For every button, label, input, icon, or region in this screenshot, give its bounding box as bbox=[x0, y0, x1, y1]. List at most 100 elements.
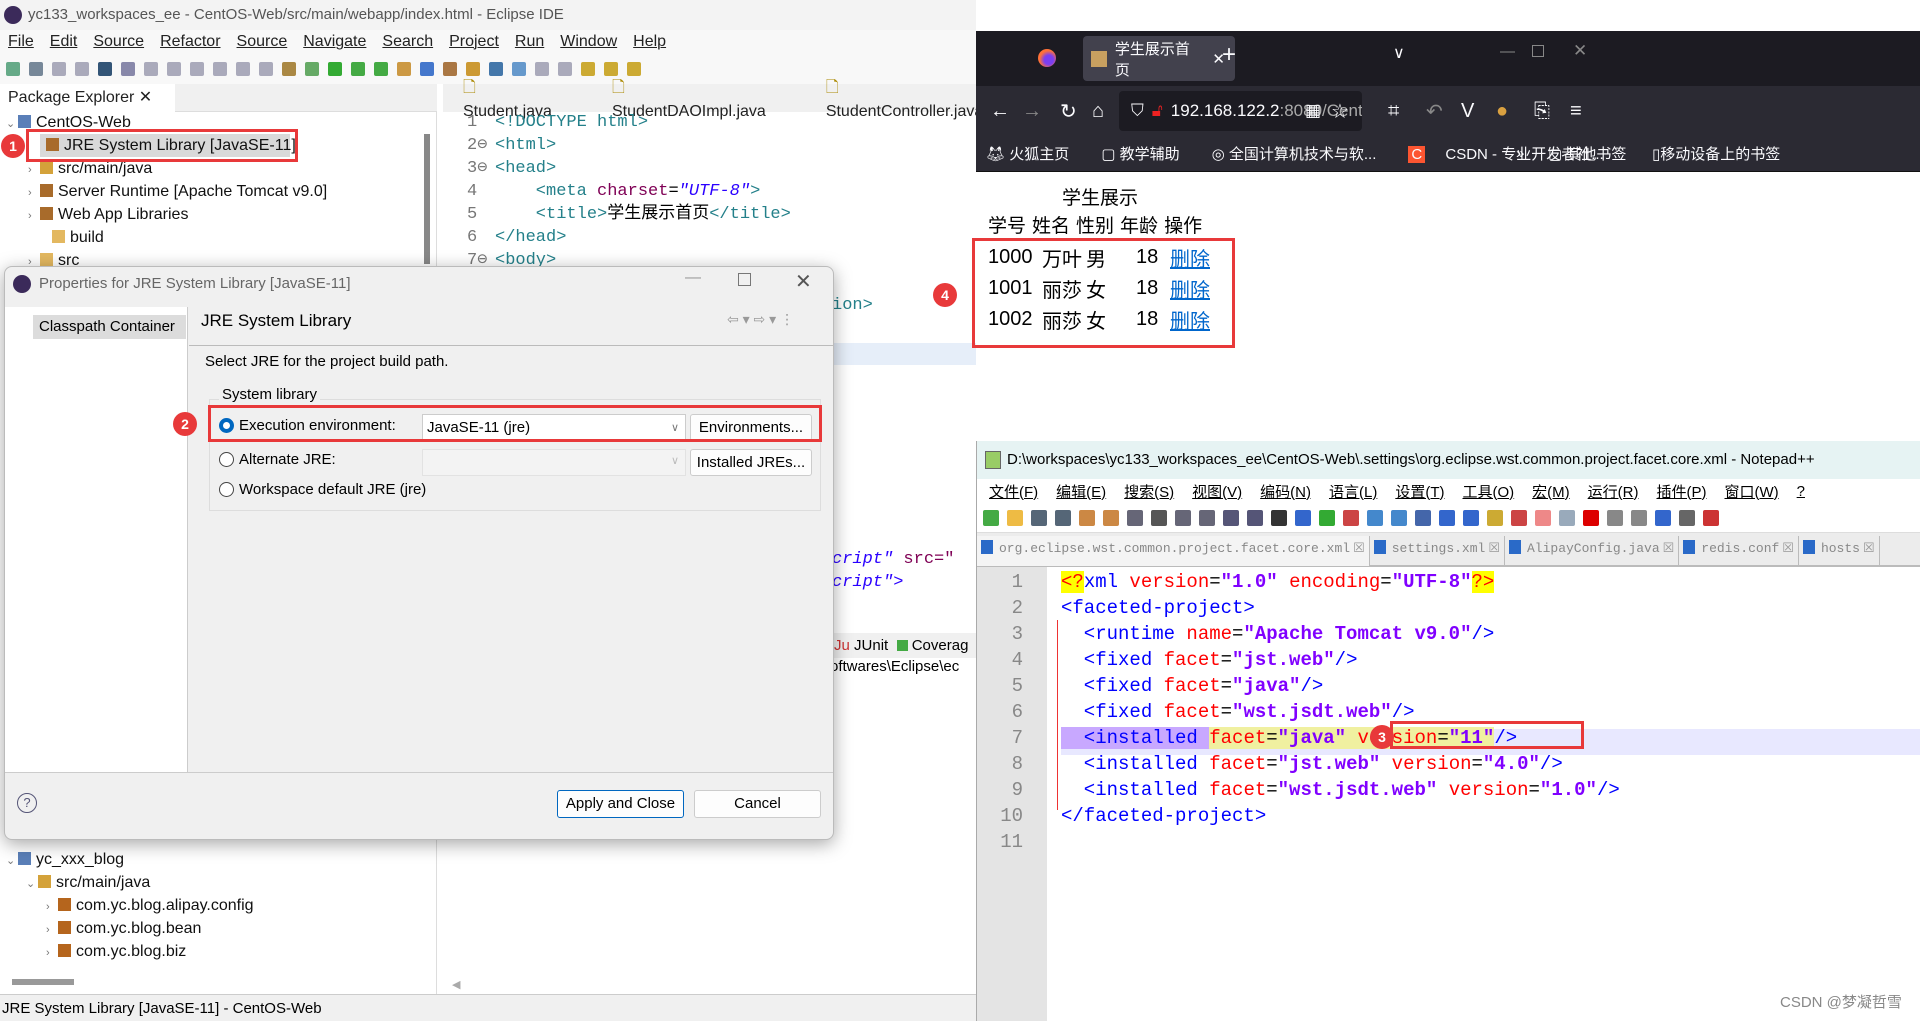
more-bookmarks-icon[interactable]: » bbox=[1516, 145, 1524, 162]
notepad-menu-item[interactable]: 视图(V) bbox=[1192, 481, 1242, 502]
apply-and-close-button[interactable]: Apply and Close bbox=[557, 790, 684, 818]
chevron-right-icon[interactable]: › bbox=[28, 182, 40, 205]
monkey-extension-icon[interactable]: ● bbox=[1496, 100, 1508, 123]
close-icon[interactable]: ✕ bbox=[139, 89, 152, 106]
file-tab[interactable]: redis.conf ☒ bbox=[1679, 536, 1799, 566]
toolbar-button-icon[interactable] bbox=[983, 509, 999, 526]
toolbar-button-icon[interactable] bbox=[1703, 509, 1719, 526]
toolbar-button-icon[interactable] bbox=[98, 62, 112, 76]
toolbar-button-icon[interactable] bbox=[1175, 509, 1191, 526]
menu-source[interactable]: Source bbox=[237, 33, 288, 51]
toolbar-button-icon[interactable] bbox=[1511, 509, 1527, 526]
close-window-icon[interactable]: ✕ bbox=[1573, 41, 1587, 61]
chevron-down-icon[interactable]: ⌄ bbox=[6, 850, 18, 873]
menu-edit[interactable]: Edit bbox=[50, 33, 78, 51]
tree-item[interactable]: › Web App Libraries bbox=[6, 203, 327, 226]
file-tab[interactable]: hosts ☒ bbox=[1799, 536, 1880, 566]
file-tab[interactable]: AlipayConfig.java ☒ bbox=[1505, 536, 1680, 566]
new-tab-icon[interactable]: + bbox=[1222, 41, 1236, 69]
radio-workspace-default[interactable]: Workspace default JRE (jre) bbox=[219, 481, 426, 498]
bookmark-folder[interactable]: ▢ 教学辅助 bbox=[1101, 143, 1195, 164]
tree-item[interactable]: › Server Runtime [Apache Tomcat v9.0] bbox=[6, 180, 327, 203]
toolbar-button-icon[interactable] bbox=[351, 62, 365, 76]
close-tab-icon[interactable]: ☒ bbox=[1663, 541, 1675, 556]
toolbar-button-icon[interactable] bbox=[1271, 509, 1287, 526]
toolbar-button-icon[interactable] bbox=[52, 62, 66, 76]
toolbar-button-icon[interactable] bbox=[1439, 509, 1455, 526]
toolbar-button-icon[interactable] bbox=[328, 62, 342, 76]
cancel-button[interactable]: Cancel bbox=[694, 790, 821, 818]
toolbar-button-icon[interactable] bbox=[535, 62, 549, 76]
chevron-down-icon[interactable]: ⌄ bbox=[26, 873, 38, 896]
toolbar-button-icon[interactable] bbox=[1295, 509, 1311, 526]
back-icon[interactable]: ⇦ ▾ bbox=[727, 311, 750, 327]
toolbar-button-icon[interactable] bbox=[29, 62, 43, 76]
toolbar-button-icon[interactable] bbox=[374, 62, 388, 76]
notepad-menu-item[interactable]: 编码(N) bbox=[1260, 481, 1311, 502]
xml-code[interactable]: 1 <?xml version="1.0" encoding="UTF-8"?> 2… bbox=[977, 567, 1620, 855]
toolbar-button-icon[interactable] bbox=[443, 62, 457, 76]
menu-window[interactable]: Window bbox=[560, 33, 617, 51]
notepad-menu-item[interactable]: 工具(O) bbox=[1462, 481, 1514, 502]
horizontal-scrollbar[interactable] bbox=[12, 979, 74, 985]
toolbar-button-icon[interactable] bbox=[305, 62, 319, 76]
extensions-icon[interactable]: ⎘ bbox=[1534, 100, 1550, 123]
back-icon[interactable]: ← bbox=[990, 100, 1010, 123]
tree-item[interactable]: › com.yc.blog.alipay.config bbox=[6, 894, 254, 917]
toolbar-button-icon[interactable] bbox=[259, 62, 273, 76]
notepad-menu-item[interactable]: ? bbox=[1797, 483, 1805, 500]
toolbar-button-icon[interactable] bbox=[1679, 509, 1695, 526]
close-tab-icon[interactable]: ☒ bbox=[1863, 541, 1875, 556]
toolbar-button-icon[interactable] bbox=[1103, 509, 1119, 526]
toolbar-button-icon[interactable] bbox=[1223, 509, 1239, 526]
toolbar-button-icon[interactable] bbox=[1559, 509, 1575, 526]
help-icon[interactable]: ? bbox=[17, 793, 37, 813]
notepad-menu-item[interactable]: 设置(T) bbox=[1395, 481, 1444, 502]
toolbar-button-icon[interactable] bbox=[581, 62, 595, 76]
chevron-right-icon[interactable]: › bbox=[28, 205, 40, 228]
home-icon[interactable]: ⌂ bbox=[1092, 100, 1104, 123]
maximize-icon[interactable] bbox=[738, 273, 751, 286]
chevron-right-icon[interactable]: › bbox=[46, 942, 58, 965]
tree-item[interactable]: › com.yc.blog.biz bbox=[6, 940, 254, 963]
menu-file[interactable]: File bbox=[8, 33, 34, 51]
toolbar-button-icon[interactable] bbox=[489, 62, 503, 76]
forward-icon[interactable]: → bbox=[1022, 100, 1042, 123]
toolbar-button-icon[interactable] bbox=[558, 62, 572, 76]
toolbar-button-icon[interactable] bbox=[190, 62, 204, 76]
other-bookmarks[interactable]: ▢ 其他书签 bbox=[1548, 143, 1642, 164]
chevron-down-icon[interactable]: ⌄ bbox=[6, 113, 18, 136]
tree-item[interactable]: build bbox=[6, 226, 327, 249]
toolbar-button-icon[interactable] bbox=[1055, 509, 1071, 526]
radio-alternate-jre[interactable]: Alternate JRE: bbox=[219, 451, 336, 468]
undo-icon[interactable]: ↶ bbox=[1426, 99, 1443, 124]
notepad-menu-item[interactable]: 文件(F) bbox=[989, 481, 1038, 502]
notepad-menu-item[interactable]: 窗口(W) bbox=[1724, 481, 1778, 502]
close-icon[interactable]: ✕ bbox=[795, 269, 812, 294]
scroll-left-icon[interactable]: ◀ bbox=[452, 978, 460, 991]
toolbar-button-icon[interactable] bbox=[420, 62, 434, 76]
notepad-menu-item[interactable]: 语言(L) bbox=[1329, 481, 1377, 502]
toolbar-button-icon[interactable] bbox=[1535, 509, 1551, 526]
url-bar[interactable]: ⛉🔓︎192.168.122.2:8080/CentOS-Web/ir bbox=[1119, 91, 1362, 131]
file-tab[interactable]: org.eclipse.wst.common.project.facet.cor… bbox=[977, 536, 1370, 566]
notepad-menu-item[interactable]: 搜索(S) bbox=[1124, 481, 1174, 502]
installed-jres-button[interactable]: Installed JREs... bbox=[690, 449, 812, 476]
forward-icon[interactable]: ⇨ ▾ bbox=[754, 311, 777, 327]
toolbar-button-icon[interactable] bbox=[1583, 509, 1599, 526]
menu-refactor[interactable]: Refactor bbox=[160, 33, 220, 51]
toolbar-button-icon[interactable] bbox=[512, 62, 526, 76]
radio-button[interactable] bbox=[219, 452, 234, 467]
toolbar-button-icon[interactable] bbox=[144, 62, 158, 76]
minimize-icon[interactable]: — bbox=[1500, 43, 1515, 60]
chevron-right-icon[interactable]: › bbox=[28, 159, 40, 182]
junit-tab[interactable]: Ju JUnit bbox=[834, 637, 888, 654]
toolbar-button-icon[interactable] bbox=[213, 62, 227, 76]
tree-item[interactable]: ⌄ yc_xxx_blog bbox=[6, 848, 254, 871]
browser-tab[interactable]: 学生展示首页 ✕ bbox=[1083, 36, 1235, 81]
toolbar-button-icon[interactable] bbox=[1487, 509, 1503, 526]
toolbar-button-icon[interactable] bbox=[1199, 509, 1215, 526]
minimize-icon[interactable]: — bbox=[685, 269, 701, 287]
notepad-menu-item[interactable]: 插件(P) bbox=[1656, 481, 1706, 502]
toolbar-button-icon[interactable] bbox=[1247, 509, 1263, 526]
